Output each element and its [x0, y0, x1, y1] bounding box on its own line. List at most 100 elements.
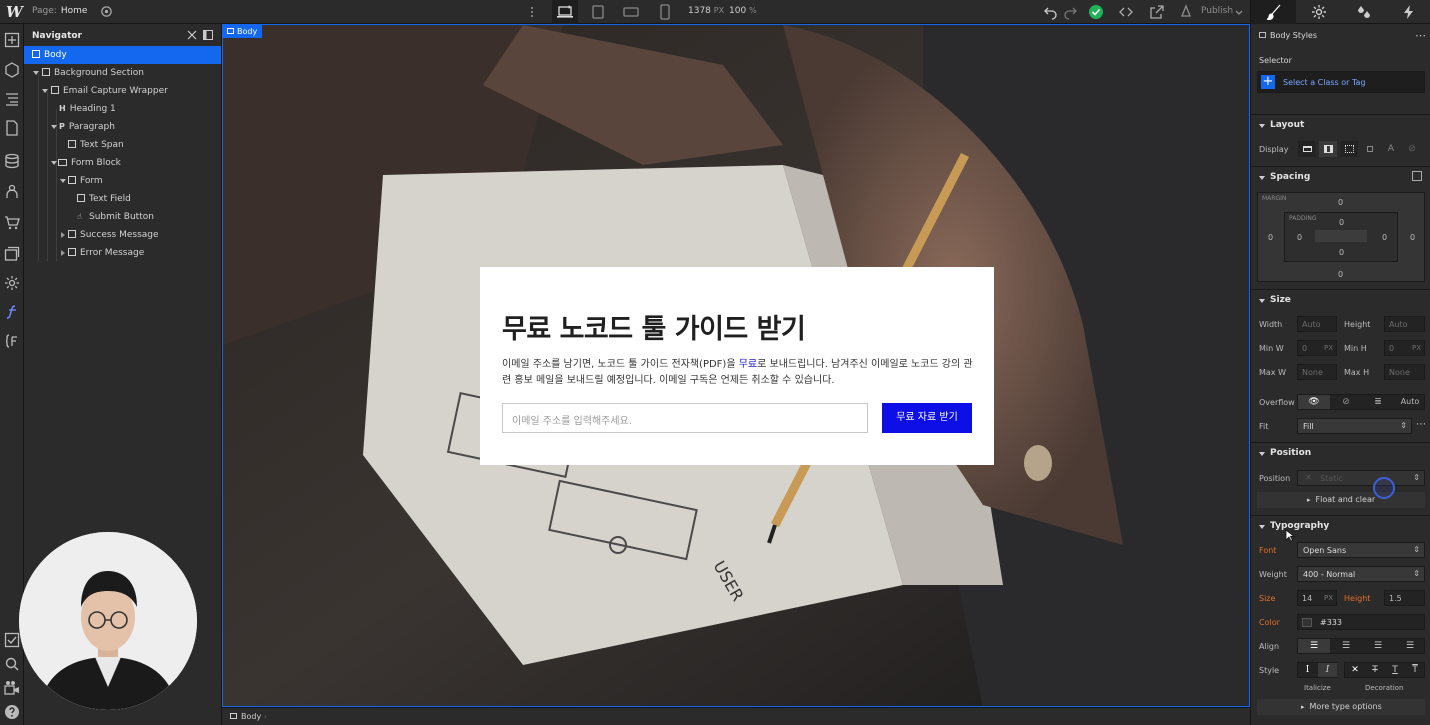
code-icon[interactable]: [1118, 4, 1134, 20]
tab-style[interactable]: [1251, 0, 1296, 24]
chevron-down-icon[interactable]: [1234, 4, 1244, 20]
selected-element-badge[interactable]: Body: [223, 25, 263, 38]
search-icon[interactable]: [4, 656, 20, 672]
tree-item-text-span[interactable]: Text Span: [24, 136, 221, 154]
ecommerce-cart-icon[interactable]: [4, 215, 20, 231]
padding-top-value[interactable]: 0: [1339, 218, 1344, 227]
breadcrumb-item-body[interactable]: Body ›: [230, 712, 267, 721]
caret-right-icon[interactable]: [61, 232, 65, 238]
email-capture-wrapper[interactable]: 무료 노코드 툴 가이드 받기 이메일 주소를 남기면, 노코드 툴 가이드 전…: [480, 267, 994, 465]
publish-button[interactable]: Publish: [1201, 6, 1233, 16]
assets-icon[interactable]: [4, 246, 20, 262]
caret-down-icon[interactable]: [60, 179, 66, 183]
display-grid-option[interactable]: [1340, 141, 1358, 157]
pages-icon[interactable]: [4, 120, 20, 136]
align-justify-option[interactable]: ☰: [1394, 639, 1426, 653]
tree-item-text-field[interactable]: Text Field: [24, 190, 221, 208]
min-width-unit[interactable]: PX: [1324, 344, 1333, 352]
tree-item-heading-1[interactable]: H Heading 1: [24, 100, 221, 118]
tree-item-success-message[interactable]: Success Message: [24, 226, 221, 244]
tab-settings[interactable]: [1296, 0, 1341, 24]
paragraph[interactable]: 이메일 주소를 남기면, 노코드 툴 가이드 전자책(PDF)을 무료로 보내드…: [502, 357, 974, 389]
collapse-all-icon[interactable]: [187, 30, 197, 40]
max-width-input[interactable]: None: [1297, 364, 1337, 380]
variables-icon[interactable]: [4, 333, 20, 349]
padding-left-value[interactable]: 0: [1297, 233, 1302, 242]
padding-bottom-value[interactable]: 0: [1339, 248, 1344, 257]
width-input[interactable]: Auto: [1297, 316, 1337, 332]
more-options-icon[interactable]: ⋯: [1416, 419, 1426, 430]
tablet-breakpoint-icon[interactable]: [590, 4, 606, 20]
spacing-presets-icon[interactable]: [1412, 171, 1422, 181]
mobile-portrait-icon[interactable]: [657, 4, 673, 20]
decoration-none-option[interactable]: ✕: [1345, 663, 1365, 677]
tree-item-error-message[interactable]: Error Message: [24, 244, 221, 262]
decoration-overline-option[interactable]: T: [1405, 663, 1425, 677]
size-section-header[interactable]: Size: [1251, 289, 1430, 309]
overflow-hidden-option[interactable]: ⊘: [1330, 395, 1362, 409]
padding-box[interactable]: PADDING 0 0 0 0: [1284, 212, 1398, 262]
font-size-unit[interactable]: PX: [1324, 594, 1333, 602]
margin-top-value[interactable]: 0: [1338, 198, 1343, 207]
text-span[interactable]: 무료: [739, 359, 757, 370]
webflow-logo[interactable]: W: [6, 3, 23, 21]
typography-section-header[interactable]: Typography: [1251, 515, 1430, 535]
submit-button[interactable]: 무료 자료 받기: [882, 403, 972, 433]
design-canvas[interactable]: USER Body 무료 노코드 툴 가이드 받기 이메일 주소를 남기면, 노…: [222, 24, 1250, 707]
dock-panel-icon[interactable]: [203, 30, 213, 40]
page-selector[interactable]: Page: Home: [32, 6, 87, 16]
display-inline-block-option[interactable]: [1361, 141, 1379, 157]
cms-icon[interactable]: [4, 153, 20, 169]
caret-down-icon[interactable]: [33, 71, 39, 75]
tree-item-body[interactable]: Body: [24, 46, 221, 64]
position-section-header[interactable]: Position: [1251, 442, 1430, 462]
overflow-scroll-option[interactable]: ≣: [1362, 395, 1394, 409]
overflow-auto-option[interactable]: Auto: [1394, 395, 1426, 409]
style-italic-option[interactable]: I: [1318, 663, 1337, 677]
add-class-icon[interactable]: +: [1261, 75, 1275, 89]
mobile-landscape-icon[interactable]: [623, 4, 639, 20]
undo-icon[interactable]: [1043, 4, 1059, 20]
tree-item-submit-button[interactable]: ☝ Submit Button: [24, 208, 221, 226]
canvas-width-readout[interactable]: 1378 PX: [688, 6, 724, 16]
decoration-strike-option[interactable]: T: [1365, 663, 1385, 677]
add-elements-icon[interactable]: [4, 32, 20, 48]
display-block-option[interactable]: [1298, 141, 1316, 157]
margin-bottom-value[interactable]: 0: [1338, 270, 1343, 279]
color-input[interactable]: #333: [1297, 614, 1425, 630]
height-input[interactable]: Auto: [1384, 316, 1425, 332]
weight-select[interactable]: 400 - Normal: [1297, 566, 1425, 582]
margin-right-value[interactable]: 0: [1410, 233, 1415, 242]
settings-gear-icon[interactable]: [4, 275, 20, 291]
tab-style-manager[interactable]: [1341, 0, 1386, 24]
margin-left-value[interactable]: 0: [1268, 233, 1273, 242]
more-vertical-icon[interactable]: [524, 4, 540, 20]
export-icon[interactable]: [1149, 4, 1165, 20]
caret-down-icon[interactable]: [51, 161, 57, 165]
font-select[interactable]: Open Sans: [1297, 542, 1425, 558]
more-type-options-toggle[interactable]: ▸ More type options: [1257, 699, 1425, 715]
spacing-section-header[interactable]: Spacing: [1251, 166, 1430, 186]
font-size-input[interactable]: 14 PX: [1297, 590, 1337, 606]
display-flex-option[interactable]: [1319, 141, 1337, 157]
display-none-option[interactable]: ⊘: [1403, 141, 1421, 157]
style-normal-option[interactable]: I: [1298, 663, 1317, 677]
max-height-input[interactable]: None: [1384, 364, 1425, 380]
align-right-option[interactable]: ☰: [1362, 639, 1394, 653]
min-height-unit[interactable]: PX: [1412, 344, 1421, 352]
caret-down-icon[interactable]: [42, 89, 48, 93]
email-input[interactable]: 이메일 주소를 입력해주세요.: [502, 403, 868, 433]
fit-select[interactable]: Fill: [1297, 418, 1412, 434]
overflow-visible-option[interactable]: 👁: [1298, 395, 1330, 409]
users-icon[interactable]: [4, 184, 20, 200]
layout-section-header[interactable]: Layout: [1251, 114, 1430, 134]
caret-right-icon[interactable]: [61, 250, 65, 256]
position-select[interactable]: ✕ Static: [1297, 470, 1425, 486]
align-center-option[interactable]: ☰: [1330, 639, 1362, 653]
more-options-icon[interactable]: ⋯: [1415, 29, 1426, 42]
preview-eye-icon[interactable]: [100, 5, 113, 18]
color-swatch[interactable]: [1302, 618, 1312, 627]
tab-interactions[interactable]: [1386, 0, 1430, 24]
display-inline-option[interactable]: A: [1382, 141, 1400, 157]
desktop-breakpoint-icon[interactable]: [557, 4, 573, 20]
